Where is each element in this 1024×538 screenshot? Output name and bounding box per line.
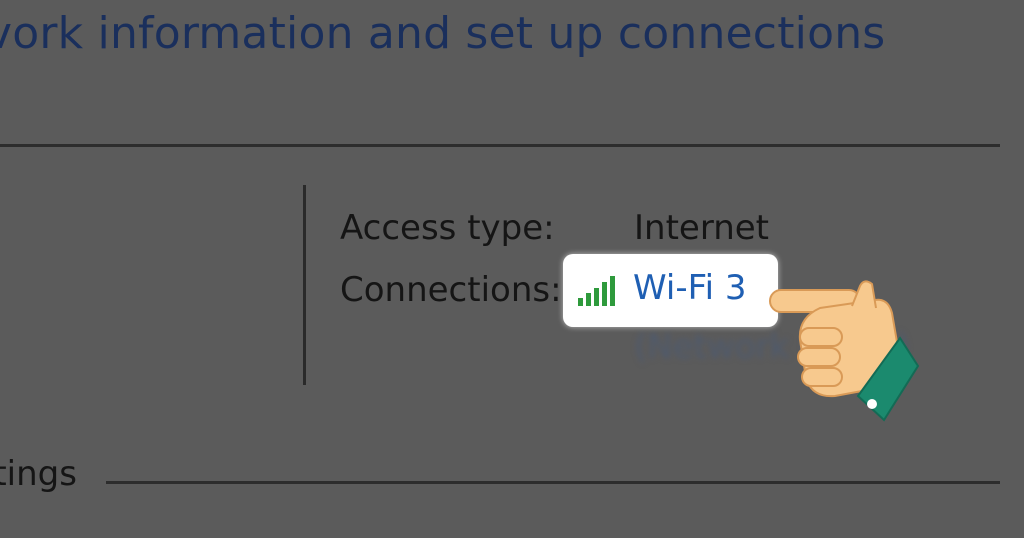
top-divider <box>0 144 1000 147</box>
wifi-connection-link[interactable]: Wi-Fi 3 <box>563 254 778 327</box>
vertical-divider <box>303 185 306 385</box>
access-type-label: Access type: <box>340 208 555 248</box>
wifi-signal-bars-icon <box>578 276 615 306</box>
hand-pointer-icon <box>769 280 920 422</box>
wifi-connection-label[interactable]: Wi-Fi 3 <box>633 268 747 308</box>
access-type-value: Internet <box>634 208 770 248</box>
connections-label: Connections: <box>340 270 562 310</box>
section-divider <box>106 481 1000 484</box>
page-title: vork information and set up connections <box>0 8 886 59</box>
section-label: ttings <box>0 454 77 494</box>
